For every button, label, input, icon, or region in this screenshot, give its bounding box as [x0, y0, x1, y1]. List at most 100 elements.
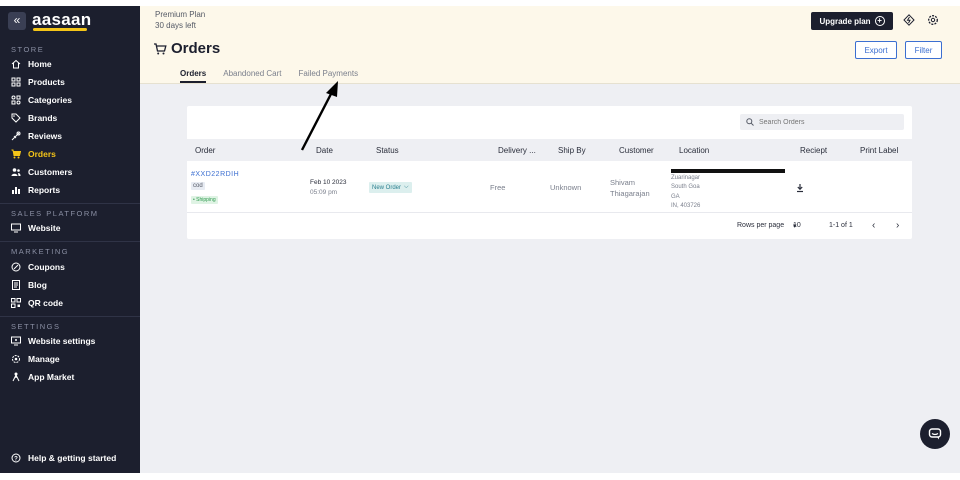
column-header[interactable]: Delivery ... [498, 146, 536, 155]
sidebar-item-home[interactable]: Home [11, 57, 52, 71]
review-icon [11, 131, 21, 141]
column-header[interactable]: Order [195, 146, 215, 155]
category-icon [11, 95, 21, 105]
settings-monitor-icon [11, 336, 21, 346]
sidebar-item-label: QR code [28, 298, 63, 308]
tag-icon [11, 113, 21, 123]
sidebar-item-website[interactable]: Website [11, 221, 60, 235]
search-input[interactable] [759, 118, 899, 126]
brand-logo: aasaan [32, 10, 92, 29]
orders-table-card: Order Date Status Delivery ... Ship By C… [187, 106, 912, 239]
sidebar-item-reports[interactable]: Reports [11, 183, 60, 197]
section-label-marketing: MARKETING [11, 247, 70, 256]
sidebar-item-label: App Market [28, 372, 75, 382]
tab-bar: Orders Abandoned Cart Failed Payments [180, 69, 375, 83]
search-box[interactable] [740, 114, 904, 130]
page-heading: Orders [153, 40, 220, 57]
sidebar-item-qr-code[interactable]: QR code [11, 296, 63, 310]
app-window: « aasaan STORE Home Products Categories … [0, 6, 960, 473]
chevron-down-icon: ⌵ [404, 184, 409, 190]
customer-last-name: Thiagarajan [610, 189, 650, 198]
column-header[interactable]: Location [679, 146, 709, 155]
sidebar-item-label: Home [28, 59, 52, 69]
column-header[interactable]: Ship By [558, 146, 586, 155]
chat-bubble-icon [928, 428, 942, 440]
column-header[interactable]: Date [316, 146, 333, 155]
plan-days-left: 30 days left [155, 21, 196, 30]
column-header[interactable]: Customer [619, 146, 654, 155]
filter-button[interactable]: Filter [905, 41, 942, 59]
sidebar-item-categories[interactable]: Categories [11, 93, 72, 107]
sidebar-item-label: Help & getting started [28, 453, 117, 463]
search-icon [746, 118, 754, 126]
sidebar-item-coupons[interactable]: Coupons [11, 260, 65, 274]
pagination-bar: Rows per page 10 ▾ 1-1 of 1 ‹ › [187, 220, 912, 236]
brand-underline [33, 28, 87, 31]
sidebar-item-label: Categories [28, 95, 72, 105]
main-content: Premium Plan 30 days left Orders Orders … [140, 6, 960, 473]
collapse-sidebar-button[interactable]: « [8, 12, 26, 30]
caret-down-icon: ▾ [793, 223, 797, 230]
upgrade-plan-label: Upgrade plan [819, 16, 871, 26]
redacted-address-bar [671, 169, 785, 173]
sidebar-item-blog[interactable]: Blog [11, 278, 47, 292]
sidebar-item-label: Brands [28, 113, 58, 123]
doc-icon [11, 280, 21, 290]
sidebar-item-reviews[interactable]: Reviews [11, 129, 62, 143]
section-divider [0, 203, 140, 204]
cart-icon [154, 42, 167, 54]
chevron-right-icon[interactable]: › [896, 220, 899, 231]
sidebar-item-label: Customers [28, 167, 73, 177]
order-date: Feb 10 2023 [310, 179, 347, 186]
sidebar-item-orders[interactable]: Orders [11, 147, 56, 161]
tab-failed-payments[interactable]: Failed Payments [299, 69, 359, 83]
location-line: South Goa [671, 184, 700, 190]
home-icon [11, 59, 21, 69]
sidebar-item-label: Orders [28, 149, 56, 159]
tab-abandoned-cart[interactable]: Abandoned Cart [223, 69, 281, 83]
sidebar-item-customers[interactable]: Customers [11, 165, 72, 179]
plus-circle-icon: + [874, 16, 885, 26]
sidebar-item-website-settings[interactable]: Website settings [11, 334, 95, 348]
sidebar-item-app-market[interactable]: App Market [11, 370, 74, 384]
users-icon [11, 167, 21, 177]
gear-icon [11, 354, 21, 364]
gear-icon[interactable] [927, 14, 939, 26]
sidebar-item-label: Reports [28, 185, 61, 195]
column-header[interactable]: Status [376, 146, 399, 155]
page-title: Orders [171, 40, 221, 57]
status-dropdown[interactable]: New Order ⌵ [369, 182, 412, 193]
sidebar-item-label: Coupons [28, 262, 65, 272]
sidebar-item-label: Website [28, 223, 61, 233]
export-button[interactable]: Export [855, 41, 897, 59]
column-header[interactable]: Print Label [860, 146, 898, 155]
chat-support-button[interactable] [920, 419, 950, 449]
sidebar-help-link[interactable]: ? Help & getting started [11, 451, 116, 465]
sidebar: « aasaan STORE Home Products Categories … [0, 6, 140, 473]
download-icon[interactable] [795, 183, 805, 193]
svg-text:?: ? [14, 456, 18, 462]
section-label-sales-platform: SALES PLATFORM [11, 209, 99, 218]
table-row[interactable]: #XXD22RDIH cod • Shipping Feb 10 2023 05… [187, 161, 912, 213]
location-line: Zuarinagar [671, 175, 701, 181]
status-value: New Order [372, 184, 402, 191]
section-label-store: STORE [11, 45, 45, 54]
section-divider [0, 316, 140, 317]
sidebar-item-brands[interactable]: Brands [11, 111, 57, 125]
upgrade-plan-button[interactable]: Upgrade plan + [811, 12, 893, 30]
section-label-settings: SETTINGS [11, 322, 61, 331]
section-divider [0, 241, 140, 242]
chart-icon [11, 185, 21, 195]
chevron-left-icon[interactable]: ‹ [872, 220, 875, 231]
location-line: IN, 403726 [671, 203, 701, 209]
location-line: GA [671, 194, 680, 200]
tab-orders[interactable]: Orders [180, 69, 207, 83]
order-id-link[interactable]: #XXD22RDIH [191, 171, 239, 178]
sidebar-item-products[interactable]: Products [11, 75, 65, 89]
sidebar-item-manage[interactable]: Manage [11, 352, 60, 366]
sidebar-item-label: Reviews [28, 131, 63, 141]
rows-per-page-label: Rows per page [737, 222, 785, 229]
column-header[interactable]: Reciept [800, 146, 827, 155]
shipping-badge: • Shipping [191, 196, 218, 204]
bolt-icon[interactable] [903, 14, 915, 26]
